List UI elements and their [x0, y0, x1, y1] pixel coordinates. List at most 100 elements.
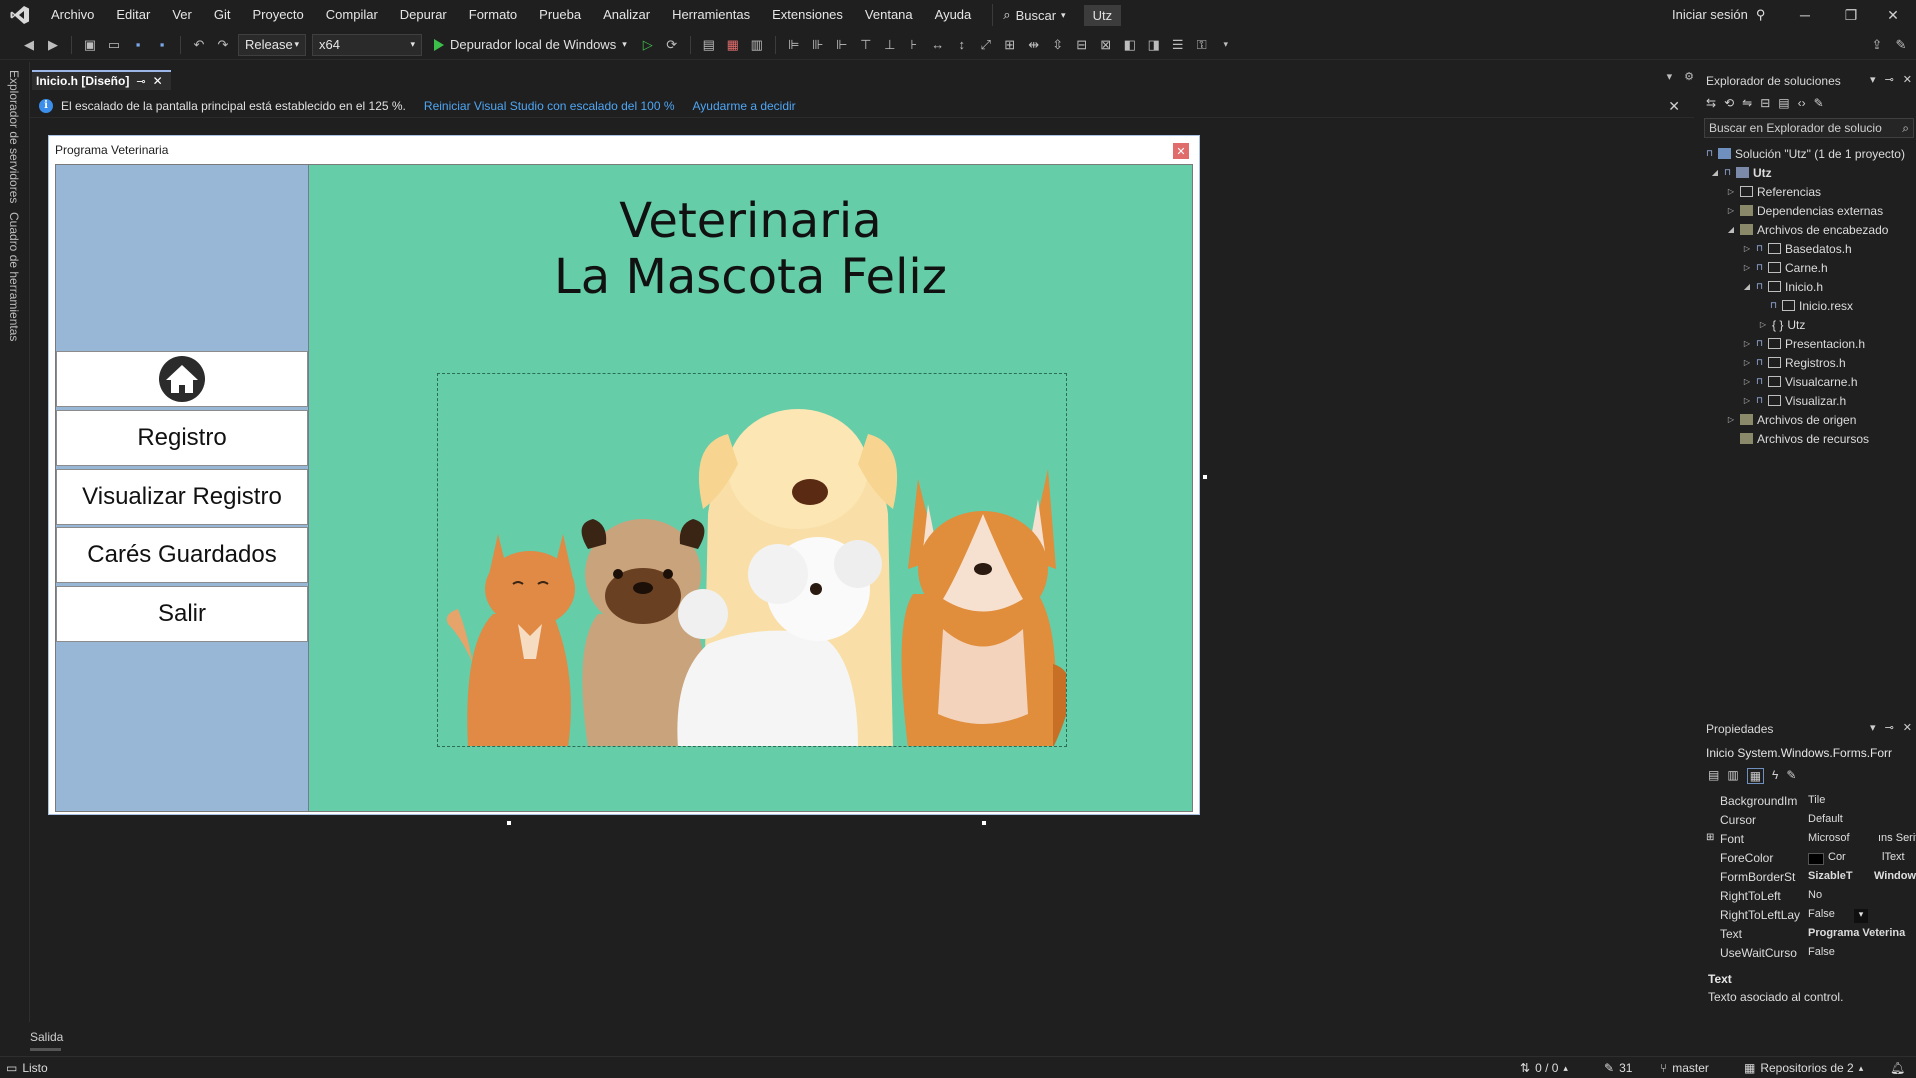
notifications-icon[interactable]: 🔔︎ — [1890, 1061, 1905, 1075]
events-icon[interactable]: ϟ — [1772, 768, 1778, 784]
pin-icon[interactable]: ⊸ — [1885, 73, 1894, 86]
signin-link[interactable]: Iniciar sesión ⚲ — [1672, 0, 1765, 30]
prop-row-backgroundimage[interactable]: BackgroundIm Tile — [1702, 794, 1916, 813]
menu-depurar[interactable]: Depurar — [389, 0, 458, 30]
new-project-icon[interactable]: ▣ — [81, 36, 99, 54]
prop-row-forecolor[interactable]: ForeColor Cor lText — [1702, 851, 1916, 870]
menu-ventana[interactable]: Ventana — [854, 0, 924, 30]
tree-file-visualizar[interactable]: ▷ ⊓ Visualizar.h — [1742, 391, 1846, 410]
prop-row-usewaitcursor[interactable]: UseWaitCurso False — [1702, 946, 1916, 965]
save-icon[interactable]: ▪ — [129, 36, 147, 54]
settings-icon[interactable]: ⚙ — [1684, 70, 1694, 83]
menu-git[interactable]: Git — [203, 0, 242, 30]
server-explorer-tab[interactable]: Explorador de servidores — [7, 70, 21, 203]
form-close-button[interactable]: ✕ — [1173, 143, 1189, 159]
prop-row-formborderstyle[interactable]: FormBorderSt SizableT Window — [1702, 870, 1916, 889]
tab-order-icon[interactable]: ☰ — [1169, 36, 1187, 54]
run-without-debug-icon[interactable]: ▷ — [639, 36, 657, 54]
prop-row-font[interactable]: ⊞ Font Microsof ıns Serif, — [1702, 832, 1916, 851]
align-bottom-icon[interactable]: ⊦ — [905, 36, 923, 54]
restart-scaling-link[interactable]: Reiniciar Visual Studio con escalado del… — [424, 99, 675, 113]
center-h-icon[interactable]: ⊟ — [1073, 36, 1091, 54]
start-debugging-button[interactable]: Depurador local de Windows ▾ — [428, 37, 633, 52]
dropdown-icon[interactable]: ▾ — [1854, 909, 1868, 923]
expand-icon[interactable]: ▷ — [1726, 206, 1736, 215]
solution-search-input[interactable]: Buscar en Explorador de solucio ⌕ — [1704, 118, 1914, 138]
menu-herramientas[interactable]: Herramientas — [661, 0, 761, 30]
toolbox-icon[interactable]: ▦ — [724, 36, 742, 54]
categorized-icon[interactable]: ▤ — [1708, 768, 1719, 784]
expand-icon[interactable]: ▷ — [1726, 187, 1736, 196]
platform-select[interactable]: x64 ▾ — [312, 33, 422, 56]
dropdown-icon[interactable]: ▾ — [1870, 73, 1876, 86]
align-middle-icon[interactable]: ⊥ — [881, 36, 899, 54]
close-icon[interactable]: ✕ — [1903, 73, 1912, 86]
menu-archivo[interactable]: Archivo — [40, 0, 105, 30]
align-left-icon[interactable]: ⊫ — [785, 36, 803, 54]
tree-references[interactable]: ▷ Referencias — [1726, 182, 1821, 201]
resize-handle-corner[interactable] — [981, 820, 987, 826]
project-badge[interactable]: Utz — [1083, 4, 1122, 26]
expand-icon[interactable]: ▷ — [1742, 358, 1752, 367]
tree-file-registros[interactable]: ▷ ⊓ Registros.h — [1742, 353, 1846, 372]
expand-icon[interactable]: ▷ — [1742, 396, 1752, 405]
expand-icon[interactable]: ▷ — [1726, 415, 1736, 424]
bring-front-icon[interactable]: ◧ — [1121, 36, 1139, 54]
overflow-icon[interactable]: ▾ — [1217, 36, 1235, 54]
tree-header-files[interactable]: ◢ Archivos de encabezado — [1726, 220, 1889, 239]
sync-icon[interactable]: ⇋ — [1742, 96, 1752, 110]
tree-namespace-utz[interactable]: ▷ { } Utz — [1758, 315, 1805, 334]
tree-file-presentacion[interactable]: ▷ ⊓ Presentacion.h — [1742, 334, 1865, 353]
menu-ayuda[interactable]: Ayuda — [924, 0, 983, 30]
menu-analizar[interactable]: Analizar — [592, 0, 661, 30]
expand-icon[interactable]: ◢ — [1726, 225, 1736, 234]
git-changes-status[interactable]: ✎ 31 — [1604, 1061, 1632, 1075]
expand-icon[interactable]: ◢ — [1710, 168, 1720, 177]
send-back-icon[interactable]: ◨ — [1145, 36, 1163, 54]
align-top-icon[interactable]: ⊤ — [857, 36, 875, 54]
live-share-icon[interactable]: ⇪ — [1868, 36, 1886, 54]
salir-button[interactable]: Salir — [56, 586, 308, 642]
close-icon[interactable]: ✕ — [153, 74, 163, 88]
repositories-status[interactable]: ▦ Repositorios de 2 ▴ — [1744, 1061, 1863, 1075]
pin-icon[interactable]: ⊸ — [1885, 721, 1894, 734]
menu-compilar[interactable]: Compilar — [315, 0, 389, 30]
window-close-button[interactable]: ✕ — [1870, 0, 1916, 30]
menu-prueba[interactable]: Prueba — [528, 0, 592, 30]
properties-view-icon[interactable]: ▦ — [1746, 768, 1765, 784]
expand-icon[interactable]: ▷ — [1742, 377, 1752, 386]
properties-object-select[interactable]: Inicio System.Windows.Forms.Forr — [1706, 746, 1914, 760]
same-height-icon[interactable]: ↕ — [953, 36, 971, 54]
tab-list-icon[interactable]: ▾ — [1667, 70, 1673, 83]
prop-row-text[interactable]: Text Programa Veterina — [1702, 927, 1916, 946]
tree-file-basedatos[interactable]: ▷ ⊓ Basedatos.h — [1742, 239, 1852, 258]
registro-button[interactable]: Registro — [56, 410, 308, 466]
prop-row-cursor[interactable]: Cursor Default — [1702, 813, 1916, 832]
toolbox-tab[interactable]: Cuadro de herramientas — [7, 212, 21, 341]
same-size-icon[interactable]: ⤢ — [977, 36, 995, 54]
visualizar-registro-button[interactable]: Visualizar Registro — [56, 469, 308, 525]
expand-icon[interactable]: ◢ — [1742, 282, 1752, 291]
configuration-select[interactable]: Release ▾ — [238, 33, 306, 56]
spacing-h-icon[interactable]: ⇹ — [1025, 36, 1043, 54]
back-icon[interactable]: ◀ — [20, 36, 38, 54]
code-view-icon[interactable]: ‹› — [1798, 96, 1806, 110]
tree-source-files[interactable]: ▷ Archivos de origen — [1726, 410, 1856, 429]
output-tab[interactable]: Salida — [30, 1030, 63, 1044]
collapse-all-icon[interactable]: ⊟ — [1760, 96, 1770, 110]
forward-icon[interactable]: ▶ — [44, 36, 62, 54]
prop-row-righttoleftlayout[interactable]: RightToLeftLay False ▾ — [1702, 908, 1916, 927]
tab-inicio-design[interactable]: Inicio.h [Diseño] ⊸ ✕ — [32, 70, 171, 90]
expand-icon[interactable]: ▷ — [1742, 244, 1752, 253]
form-inicio[interactable]: Programa Veterinaria ✕ Registro Visualiz… — [48, 135, 1200, 815]
menu-proyecto[interactable]: Proyecto — [241, 0, 314, 30]
expand-icon[interactable]: ▷ — [1758, 320, 1768, 329]
close-icon[interactable]: ✕ — [1668, 98, 1680, 115]
minimize-button[interactable]: ─ — [1782, 0, 1828, 30]
align-right-icon[interactable]: ⊩ — [833, 36, 851, 54]
spacing-v-icon[interactable]: ⇳ — [1049, 36, 1067, 54]
show-all-files-icon[interactable]: ▤ — [1778, 96, 1789, 110]
tree-file-inicio[interactable]: ◢ ⊓ Inicio.h — [1742, 277, 1823, 296]
resize-handle-bottom[interactable] — [506, 820, 512, 826]
help-decide-link[interactable]: Ayudarme a decidir — [693, 99, 796, 113]
